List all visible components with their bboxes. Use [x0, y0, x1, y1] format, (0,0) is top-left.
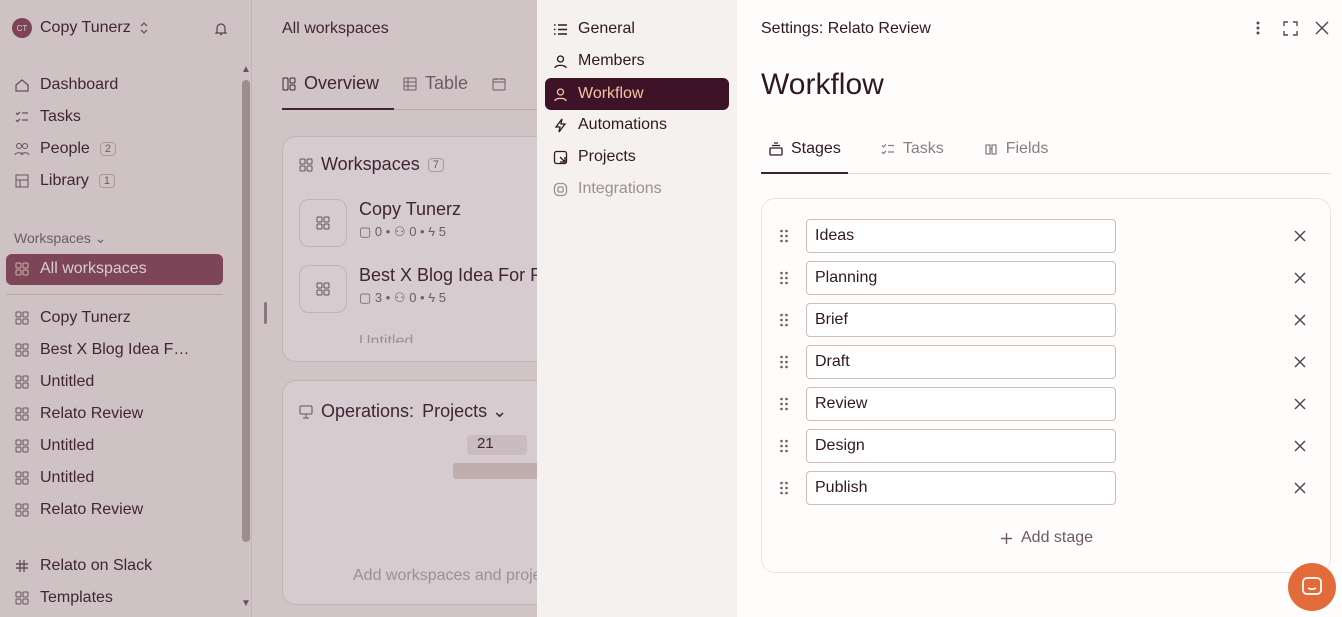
stages-list: Add stage: [761, 198, 1331, 573]
stage-name-input[interactable]: [806, 219, 1116, 253]
settings-nav-label: Integrations: [578, 180, 662, 197]
stage-row: [762, 429, 1332, 463]
modal-backdrop[interactable]: [0, 0, 537, 617]
stage-row: [762, 387, 1332, 421]
settings-nav-label: Workflow: [578, 85, 644, 102]
tab-label: Fields: [1005, 140, 1049, 157]
settings-header-title: Settings: Relato Review: [761, 20, 931, 37]
settings-tabs: Stages Tasks Fields: [761, 140, 1056, 158]
settings-nav-integrations[interactable]: Integrations: [545, 173, 729, 205]
fields-icon: [985, 144, 997, 155]
plus-icon: [1001, 532, 1012, 544]
stack-icon: [769, 142, 783, 156]
remove-stage-icon[interactable]: [1292, 354, 1308, 370]
stage-name-input[interactable]: [806, 471, 1116, 505]
settings-nav-label: Automations: [578, 116, 667, 133]
remove-stage-icon[interactable]: [1292, 438, 1308, 454]
drag-handle-icon[interactable]: [779, 438, 789, 454]
tab-tasks[interactable]: Tasks: [873, 140, 952, 158]
tab-stages[interactable]: Stages: [761, 140, 849, 158]
remove-stage-icon[interactable]: [1292, 312, 1308, 328]
stage-row: [762, 303, 1332, 337]
checklist-icon: [881, 144, 894, 155]
stage-row: [762, 219, 1332, 253]
drag-handle-icon[interactable]: [779, 228, 789, 244]
tab-label: Tasks: [902, 140, 944, 157]
settings-nav-label: General: [578, 20, 635, 37]
integrations-icon: [553, 182, 568, 196]
active-tab-indicator: [761, 172, 848, 174]
add-stage-label: Add stage: [1021, 529, 1094, 546]
drag-handle-icon[interactable]: [779, 480, 789, 496]
chat-support-button[interactable]: [1288, 563, 1336, 611]
more-options-icon[interactable]: [1250, 20, 1266, 36]
settings-nav-members[interactable]: Members: [545, 45, 729, 77]
settings-nav-projects[interactable]: Projects: [545, 141, 729, 173]
settings-nav-label: Members: [578, 52, 645, 69]
remove-stage-icon[interactable]: [1292, 228, 1308, 244]
stage-row: [762, 345, 1332, 379]
add-stage-button[interactable]: Add stage: [1000, 529, 1093, 547]
remove-stage-icon[interactable]: [1292, 480, 1308, 496]
background-app: CT Copy Tunerz Dashboard Tasks People 2 …: [0, 0, 552, 617]
projects-icon: [553, 150, 568, 164]
tab-fields[interactable]: Fields: [976, 140, 1057, 158]
settings-nav: General Members Workflow Automations Pro…: [537, 0, 737, 617]
stage-name-input[interactable]: [806, 345, 1116, 379]
settings-nav-general[interactable]: General: [545, 13, 729, 45]
bolt-icon: [554, 118, 567, 132]
page-title: Workflow: [761, 68, 884, 101]
stage-row: [762, 261, 1332, 295]
close-icon[interactable]: [1314, 20, 1330, 36]
settings-content: Settings: Relato Review Workflow Stages …: [737, 0, 1342, 617]
drag-handle-icon[interactable]: [779, 270, 789, 286]
settings-nav-workflow[interactable]: Workflow: [545, 78, 729, 110]
settings-actions: [1250, 20, 1330, 36]
stage-row: [762, 471, 1332, 505]
members-icon: [554, 54, 567, 68]
stage-name-input[interactable]: [806, 429, 1116, 463]
stage-name-input[interactable]: [806, 261, 1116, 295]
list-icon: [554, 23, 567, 35]
tab-label: Stages: [791, 140, 841, 157]
stage-name-input[interactable]: [806, 387, 1116, 421]
drag-handle-icon[interactable]: [779, 312, 789, 328]
expand-icon[interactable]: [1282, 20, 1298, 36]
stage-name-input[interactable]: [806, 303, 1116, 337]
settings-nav-automations[interactable]: Automations: [545, 109, 729, 141]
drag-handle-icon[interactable]: [779, 354, 789, 370]
workflow-icon: [554, 87, 567, 101]
remove-stage-icon[interactable]: [1292, 396, 1308, 412]
drag-handle-icon[interactable]: [779, 396, 789, 412]
settings-nav-label: Projects: [578, 148, 636, 165]
remove-stage-icon[interactable]: [1292, 270, 1308, 286]
chat-icon: [1302, 577, 1322, 595]
